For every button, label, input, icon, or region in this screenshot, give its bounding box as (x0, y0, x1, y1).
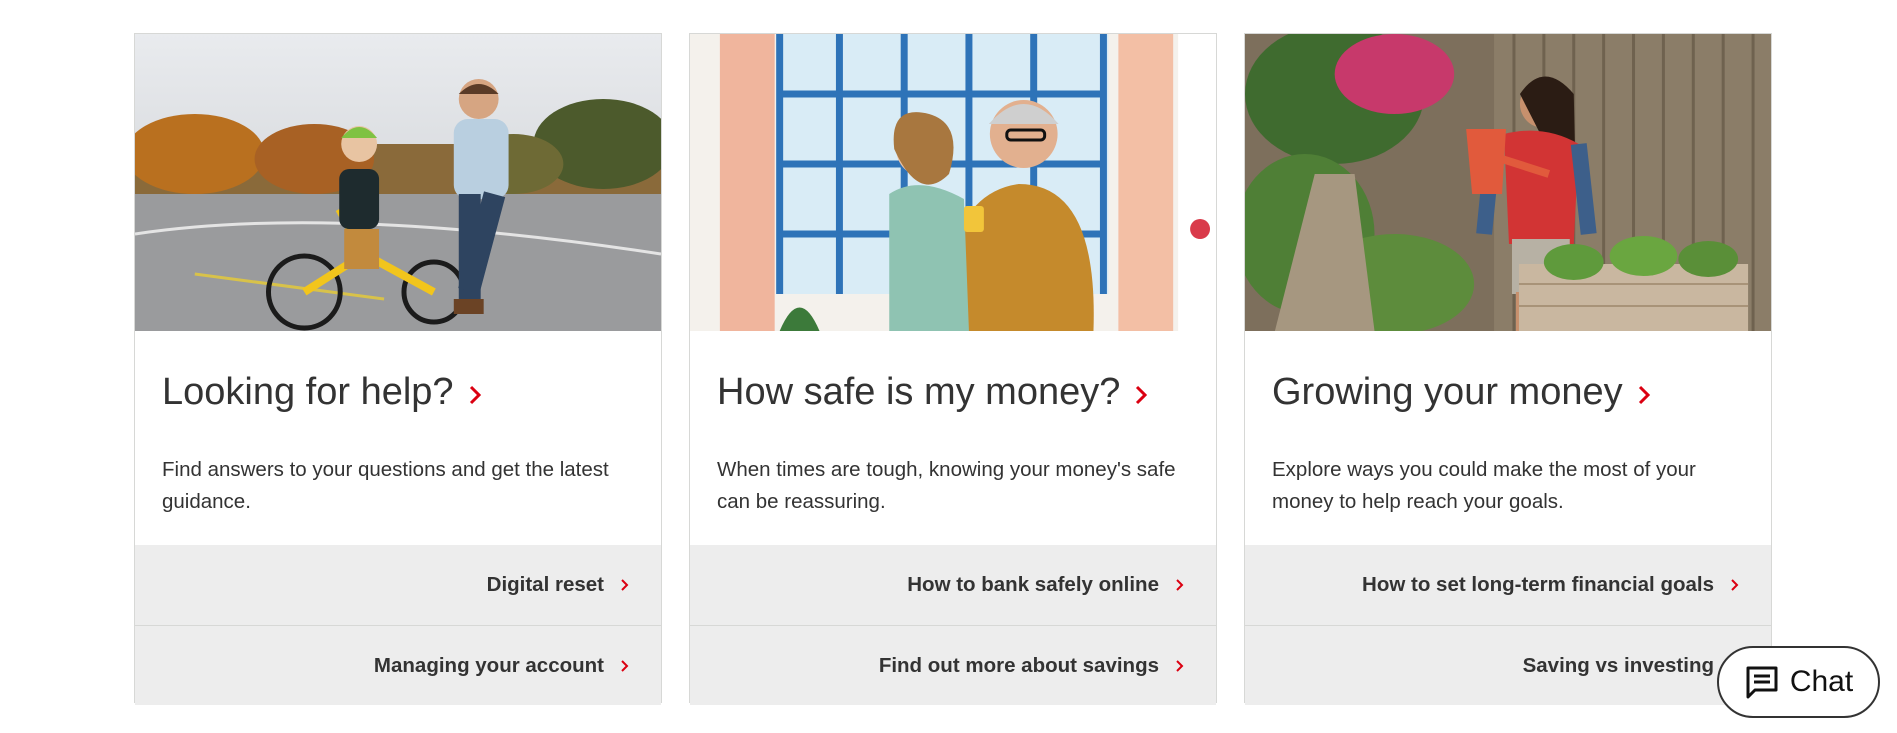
chevron-right-icon (1638, 385, 1650, 405)
card-body: Looking for help? Find answers to your q… (135, 331, 661, 545)
feature-cards: Looking for help? Find answers to your q… (134, 33, 1772, 705)
card-image-garden (1245, 34, 1771, 331)
card-growing-your-money: Growing your money Explore ways you coul… (1244, 33, 1772, 705)
chat-button[interactable]: Chat (1717, 646, 1880, 718)
card-how-safe-is-my-money: How safe is my money? When times are tou… (689, 33, 1217, 705)
link-label: Managing your account (373, 653, 604, 677)
garden-photo-illustration (1245, 34, 1771, 331)
link-label: Digital reset (486, 573, 604, 596)
card-links: How to bank safely online Find out more … (690, 545, 1216, 705)
chevron-right-icon (621, 659, 629, 672)
card-title-text: Growing your money (1272, 371, 1623, 413)
grandfather-photo-illustration (690, 34, 1216, 331)
card-image-grandfather (690, 34, 1216, 331)
link-label: Find out more about savings (878, 653, 1159, 677)
card-title-link[interactable]: Growing your money (1272, 371, 1651, 414)
chat-label: Chat (1789, 665, 1854, 698)
link-long-term-financial-goals[interactable]: How to set long-term financial goals (1245, 545, 1771, 625)
card-description: When times are tough, knowing your money… (717, 458, 1176, 513)
link-label: How to bank safely online (907, 573, 1159, 596)
card-title-link[interactable]: Looking for help? (162, 371, 482, 414)
chevron-right-icon (621, 579, 629, 591)
link-managing-your-account[interactable]: Managing your account (135, 625, 661, 705)
card-body: How safe is my money? When times are tou… (690, 331, 1216, 545)
chevron-right-icon (1176, 659, 1184, 672)
chevron-right-icon (1731, 579, 1739, 591)
card-title-link[interactable]: How safe is my money? (717, 371, 1148, 414)
bike-photo-illustration (135, 34, 661, 331)
card-title-text: How safe is my money? (717, 371, 1121, 413)
card-description: Explore ways you could make the most of … (1272, 458, 1696, 513)
card-links: How to set long-term financial goals Sav… (1245, 545, 1771, 705)
chevron-right-icon (469, 385, 481, 405)
chevron-right-icon (1136, 385, 1148, 405)
card-looking-for-help: Looking for help? Find answers to your q… (134, 33, 662, 705)
card-description: Find answers to your questions and get t… (162, 458, 609, 513)
card-title-text: Looking for help? (162, 371, 454, 413)
link-label: Saving vs investing (1522, 653, 1714, 677)
card-image-bike (135, 34, 661, 331)
link-digital-reset[interactable]: Digital reset (135, 545, 661, 625)
card-links: Digital reset Managing your account (135, 545, 661, 705)
link-saving-vs-investing[interactable]: Saving vs investing (1245, 625, 1771, 705)
link-bank-safely-online[interactable]: How to bank safely online (690, 545, 1216, 625)
chevron-right-icon (1176, 579, 1184, 591)
link-label: How to set long-term financial goals (1362, 573, 1714, 596)
link-find-out-about-savings[interactable]: Find out more about savings (690, 625, 1216, 705)
card-body: Growing your money Explore ways you coul… (1245, 331, 1771, 545)
chat-bubble-icon (1746, 666, 1778, 699)
